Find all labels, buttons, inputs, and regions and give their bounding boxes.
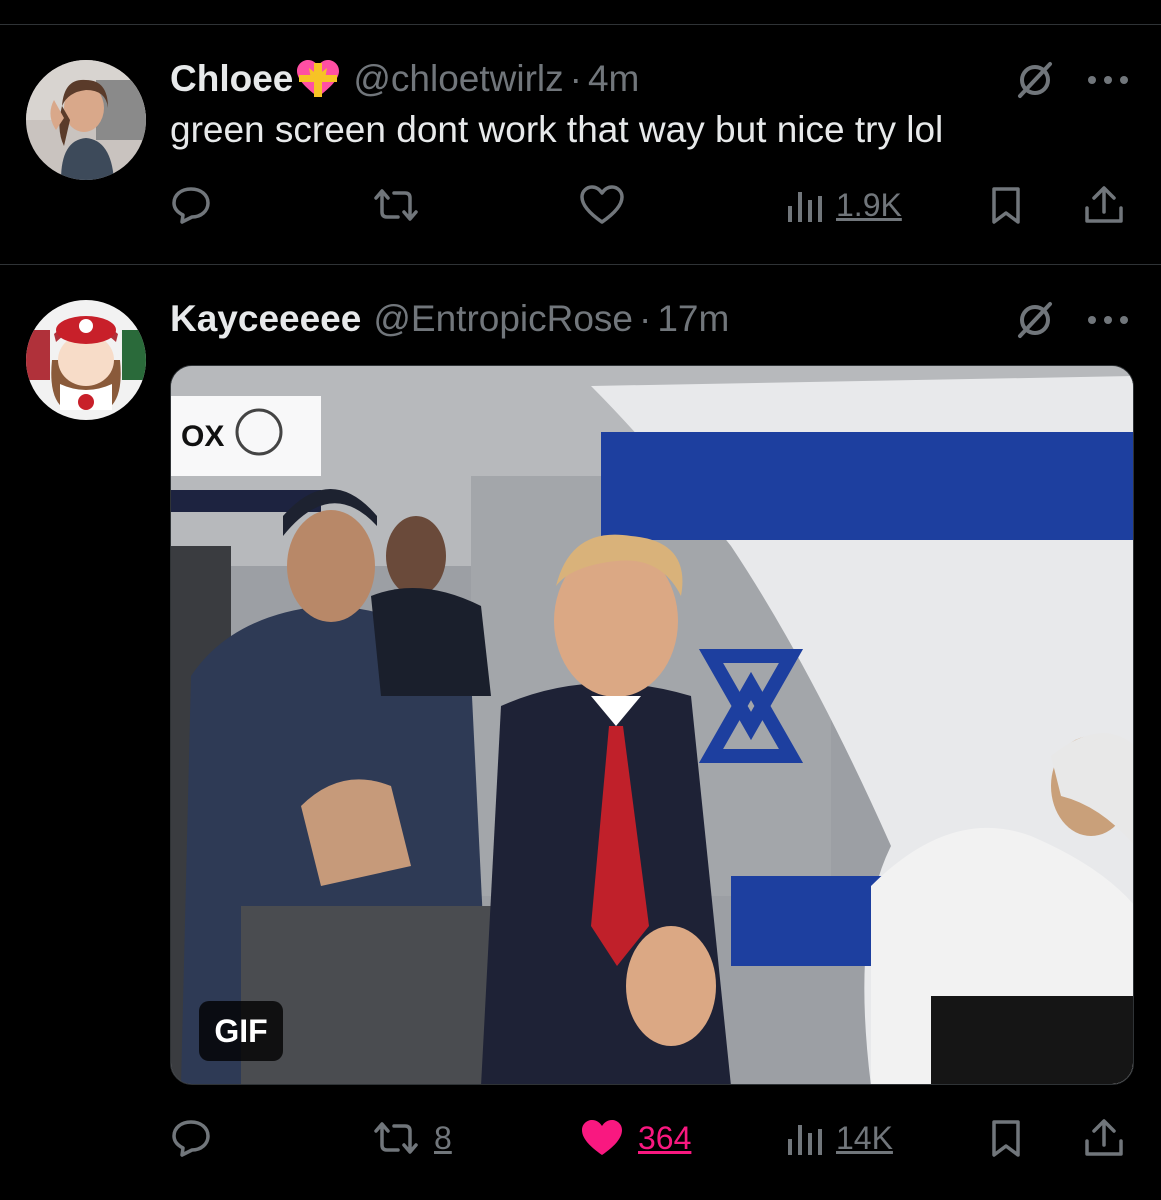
share-icon: [1085, 1119, 1123, 1156]
grok-icon[interactable]: [1014, 59, 1056, 101]
heart-icon: [580, 185, 624, 224]
timestamp[interactable]: 4m: [588, 58, 639, 100]
user-avatar-kaycee: [26, 300, 146, 420]
repost-button[interactable]: [370, 180, 434, 230]
timestamp[interactable]: 17m: [657, 298, 729, 340]
user-avatar-chloe: [26, 60, 146, 180]
grok-icon[interactable]: [1014, 299, 1056, 341]
views-button[interactable]: 14K: [784, 1113, 893, 1163]
display-name[interactable]: Kayceeeee: [170, 298, 361, 340]
tweet-header: Kayceeeee @EntropicRose · 17m: [170, 297, 729, 341]
action-bar: 8 364 14K: [170, 1113, 1140, 1163]
avatar[interactable]: [26, 60, 146, 180]
more-options-icon[interactable]: [1086, 313, 1130, 327]
handle[interactable]: @chloetwirlz: [353, 58, 563, 100]
separator: ·: [639, 298, 652, 339]
like-button[interactable]: 364: [578, 1113, 691, 1163]
share-button[interactable]: [1082, 180, 1126, 230]
share-button[interactable]: [1082, 1113, 1126, 1163]
repost-button[interactable]: 8: [370, 1113, 452, 1163]
views-icon: [788, 192, 822, 222]
more-options-icon[interactable]: [1086, 73, 1130, 87]
tweet-text: green screen dont work that way but nice…: [170, 109, 944, 150]
heart-with-ribbon-emoji: [297, 60, 340, 97]
broadcast-logo-text: OX: [181, 420, 224, 453]
bookmark-icon: [992, 187, 1020, 224]
tweet[interactable]: Chloee @chloetwirlz · 4m green screen do…: [0, 25, 1161, 264]
reply-button[interactable]: [170, 1113, 224, 1163]
reply-icon: [172, 187, 210, 224]
gif-frame: OX: [171, 366, 1133, 1084]
view-count: 14K: [836, 1119, 893, 1156]
repost-count: 8: [434, 1119, 452, 1156]
like-button[interactable]: [578, 180, 638, 230]
gif-badge: GIF: [199, 1001, 283, 1061]
views-icon: [788, 1125, 822, 1155]
share-icon: [1085, 186, 1123, 223]
bookmark-button[interactable]: [986, 180, 1026, 230]
reply-icon: [172, 1120, 210, 1157]
bookmark-button[interactable]: [986, 1113, 1026, 1163]
tweet-header: Chloee @chloetwirlz · 4m: [170, 57, 639, 101]
display-name[interactable]: Chloee: [170, 58, 293, 100]
tweet[interactable]: Kayceeeee @EntropicRose · 17m OX GIF 8 3…: [0, 265, 1161, 1200]
bookmark-icon: [992, 1120, 1020, 1157]
heart-filled-icon: [582, 1120, 622, 1155]
reply-button[interactable]: [170, 180, 224, 230]
handle[interactable]: @EntropicRose: [373, 298, 633, 340]
gif-media[interactable]: OX GIF: [170, 365, 1134, 1085]
separator: ·: [569, 58, 582, 99]
action-bar: 1.9K: [170, 180, 1140, 230]
avatar[interactable]: [26, 300, 146, 420]
repost-icon: [374, 1122, 418, 1154]
like-count: 364: [638, 1119, 692, 1156]
repost-icon: [374, 189, 418, 221]
views-button[interactable]: 1.9K: [784, 180, 902, 230]
view-count: 1.9K: [836, 186, 902, 223]
